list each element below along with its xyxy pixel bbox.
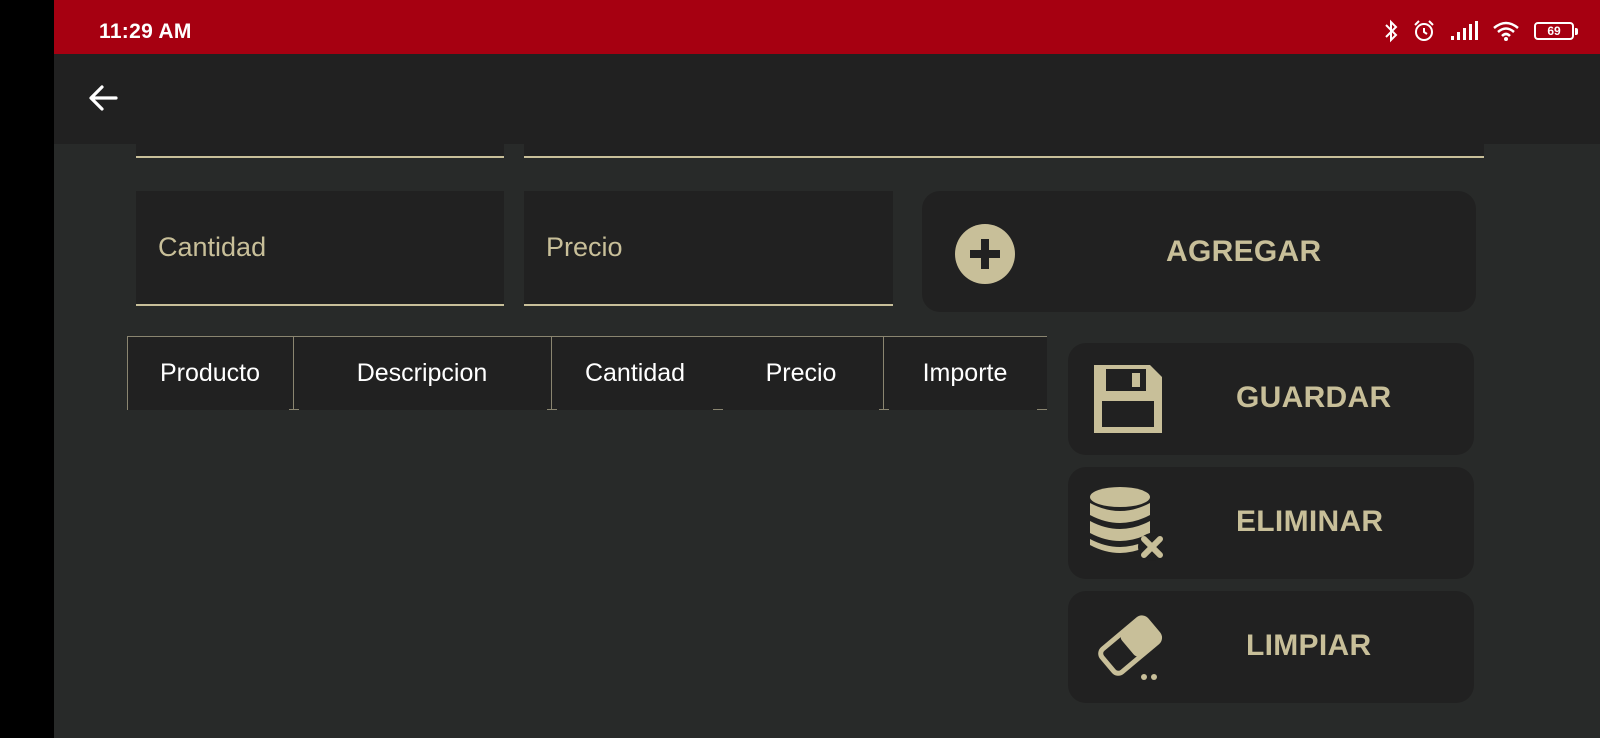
app-bar	[54, 54, 1600, 144]
products-table: Producto Descripcion Cantidad Precio Imp…	[127, 336, 1047, 738]
status-time: 11:29 AM	[99, 20, 192, 43]
cantidad-field[interactable]	[136, 191, 504, 306]
agregar-button[interactable]: AGREGAR	[922, 191, 1476, 312]
wifi-icon	[1492, 20, 1520, 42]
guardar-label: GUARDAR	[1236, 381, 1392, 414]
status-icons: 69	[1384, 18, 1578, 44]
signal-icon	[1450, 21, 1478, 41]
status-bar: 11:29 AM 69	[54, 0, 1600, 54]
agregar-label: AGREGAR	[1166, 235, 1322, 268]
precio-input[interactable]	[524, 191, 893, 304]
eraser-icon	[1092, 611, 1168, 688]
column-header-descripcion[interactable]: Descripcion	[293, 337, 551, 410]
back-button[interactable]	[84, 78, 124, 118]
table-header: Producto Descripcion Cantidad Precio Imp…	[127, 336, 1047, 410]
column-header-precio[interactable]: Precio	[719, 337, 883, 410]
partial-field-right[interactable]	[524, 144, 1484, 158]
guardar-button[interactable]: GUARDAR	[1068, 343, 1474, 455]
precio-field[interactable]	[524, 191, 893, 306]
column-header-producto[interactable]: Producto	[127, 337, 293, 410]
app-screen: 11:29 AM 69 Cantidad Precio AGREGAR Prod…	[54, 0, 1600, 738]
column-header-cantidad[interactable]: Cantidad	[551, 337, 719, 410]
limpiar-label: LIMPIAR	[1246, 629, 1372, 662]
eliminar-button[interactable]: ELIMINAR	[1068, 467, 1474, 579]
table-body	[127, 410, 1047, 738]
database-delete-icon	[1088, 485, 1168, 570]
arrow-left-icon	[89, 85, 118, 111]
plus-circle-icon	[955, 224, 1015, 289]
partial-field-left[interactable]	[136, 144, 504, 158]
column-header-importe[interactable]: Importe	[883, 337, 1047, 410]
eliminar-label: ELIMINAR	[1236, 505, 1384, 538]
battery-icon: 69	[1534, 22, 1578, 40]
cantidad-input[interactable]	[136, 191, 504, 304]
alarm-icon	[1412, 19, 1436, 43]
bluetooth-icon	[1384, 19, 1398, 43]
floppy-disk-icon	[1090, 361, 1166, 442]
limpiar-button[interactable]: LIMPIAR	[1068, 591, 1474, 703]
